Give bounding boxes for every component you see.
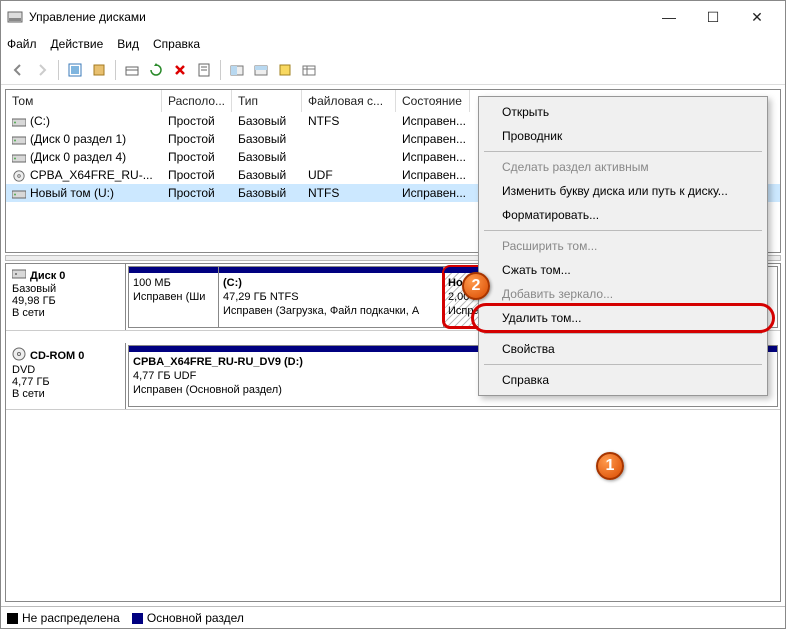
disk-0-state: В сети — [12, 307, 119, 319]
cd-icon — [12, 170, 26, 182]
menubar: Файл Действие Вид Справка — [1, 33, 785, 55]
legend-primary: Основной раздел — [147, 611, 244, 625]
col-status[interactable]: Состояние — [396, 90, 470, 112]
menu-action[interactable]: Действие — [51, 37, 104, 51]
legend-unalloc: Не распределена — [22, 611, 120, 625]
col-layout[interactable]: Располо... — [162, 90, 232, 112]
toolbar — [1, 55, 785, 85]
annotation-badge-2: 2 — [462, 272, 490, 300]
forward-button[interactable] — [31, 59, 53, 81]
menu-help[interactable]: Справка — [153, 37, 200, 51]
delete-button[interactable] — [169, 59, 191, 81]
cd-part-status: Исправен (Основной раздел) — [133, 384, 282, 396]
close-button[interactable]: ✕ — [735, 2, 779, 32]
hdd-icon — [12, 134, 26, 146]
maximize-button[interactable]: ☐ — [691, 2, 735, 32]
annotation-badge-1: 1 — [596, 452, 624, 480]
context-menu: Открыть Проводник Сделать раздел активны… — [478, 96, 768, 396]
disk-0-size: 49,98 ГБ — [12, 295, 119, 307]
col-type[interactable]: Тип — [232, 90, 302, 112]
cd-state: В сети — [12, 388, 119, 400]
ctx-mirror: Добавить зеркало... — [482, 282, 764, 306]
menu-file[interactable]: Файл — [7, 37, 37, 51]
toolbar-button-2[interactable] — [88, 59, 110, 81]
disk-partition[interactable]: (C:)47,29 ГБ NTFSИсправен (Загрузка, Фай… — [219, 267, 444, 327]
ctx-explorer[interactable]: Проводник — [482, 124, 764, 148]
cd-part-size: 4,77 ГБ UDF — [133, 370, 196, 382]
legend: Не распределена Основной раздел — [1, 606, 785, 628]
hdd-icon — [12, 116, 26, 128]
hdd-icon — [12, 152, 26, 164]
app-icon — [7, 9, 23, 25]
minimize-button[interactable]: — — [647, 2, 691, 32]
ctx-delete[interactable]: Удалить том... — [474, 306, 772, 330]
properties-button[interactable] — [193, 59, 215, 81]
toolbar-button-6[interactable] — [274, 59, 296, 81]
cd-size: 4,77 ГБ — [12, 376, 119, 388]
refresh-button[interactable] — [145, 59, 167, 81]
cd-part-title: CPBA_X64FRE_RU-RU_DV9 (D:) — [133, 356, 303, 368]
ctx-format[interactable]: Форматировать... — [482, 203, 764, 227]
window-title: Управление дисками — [29, 10, 647, 24]
toolbar-button-3[interactable] — [121, 59, 143, 81]
titlebar: Управление дисками — ☐ ✕ — [1, 1, 785, 33]
disk-partition[interactable]: 100 МБИсправен (Ши — [129, 267, 219, 327]
ctx-active: Сделать раздел активным — [482, 155, 764, 179]
disk-icon — [12, 268, 26, 283]
back-button[interactable] — [7, 59, 29, 81]
ctx-help[interactable]: Справка — [482, 368, 764, 392]
cd-icon — [12, 347, 26, 364]
cd-type: DVD — [12, 364, 119, 376]
ctx-props[interactable]: Свойства — [482, 337, 764, 361]
toolbar-button-1[interactable] — [64, 59, 86, 81]
col-volume[interactable]: Том — [6, 90, 162, 112]
legend-primary-swatch — [132, 613, 143, 624]
ctx-letter[interactable]: Изменить букву диска или путь к диску... — [482, 179, 764, 203]
toolbar-button-4[interactable] — [226, 59, 248, 81]
ctx-open[interactable]: Открыть — [482, 100, 764, 124]
hdd-icon — [12, 188, 26, 200]
menu-view[interactable]: Вид — [117, 37, 139, 51]
disk-0-name: Диск 0 — [30, 270, 65, 282]
legend-unalloc-swatch — [7, 613, 18, 624]
cd-name: CD-ROM 0 — [30, 350, 84, 362]
toolbar-button-5[interactable] — [250, 59, 272, 81]
ctx-shrink[interactable]: Сжать том... — [482, 258, 764, 282]
disk-0-type: Базовый — [12, 283, 119, 295]
toolbar-button-7[interactable] — [298, 59, 320, 81]
ctx-extend: Расширить том... — [482, 234, 764, 258]
col-fs[interactable]: Файловая с... — [302, 90, 396, 112]
